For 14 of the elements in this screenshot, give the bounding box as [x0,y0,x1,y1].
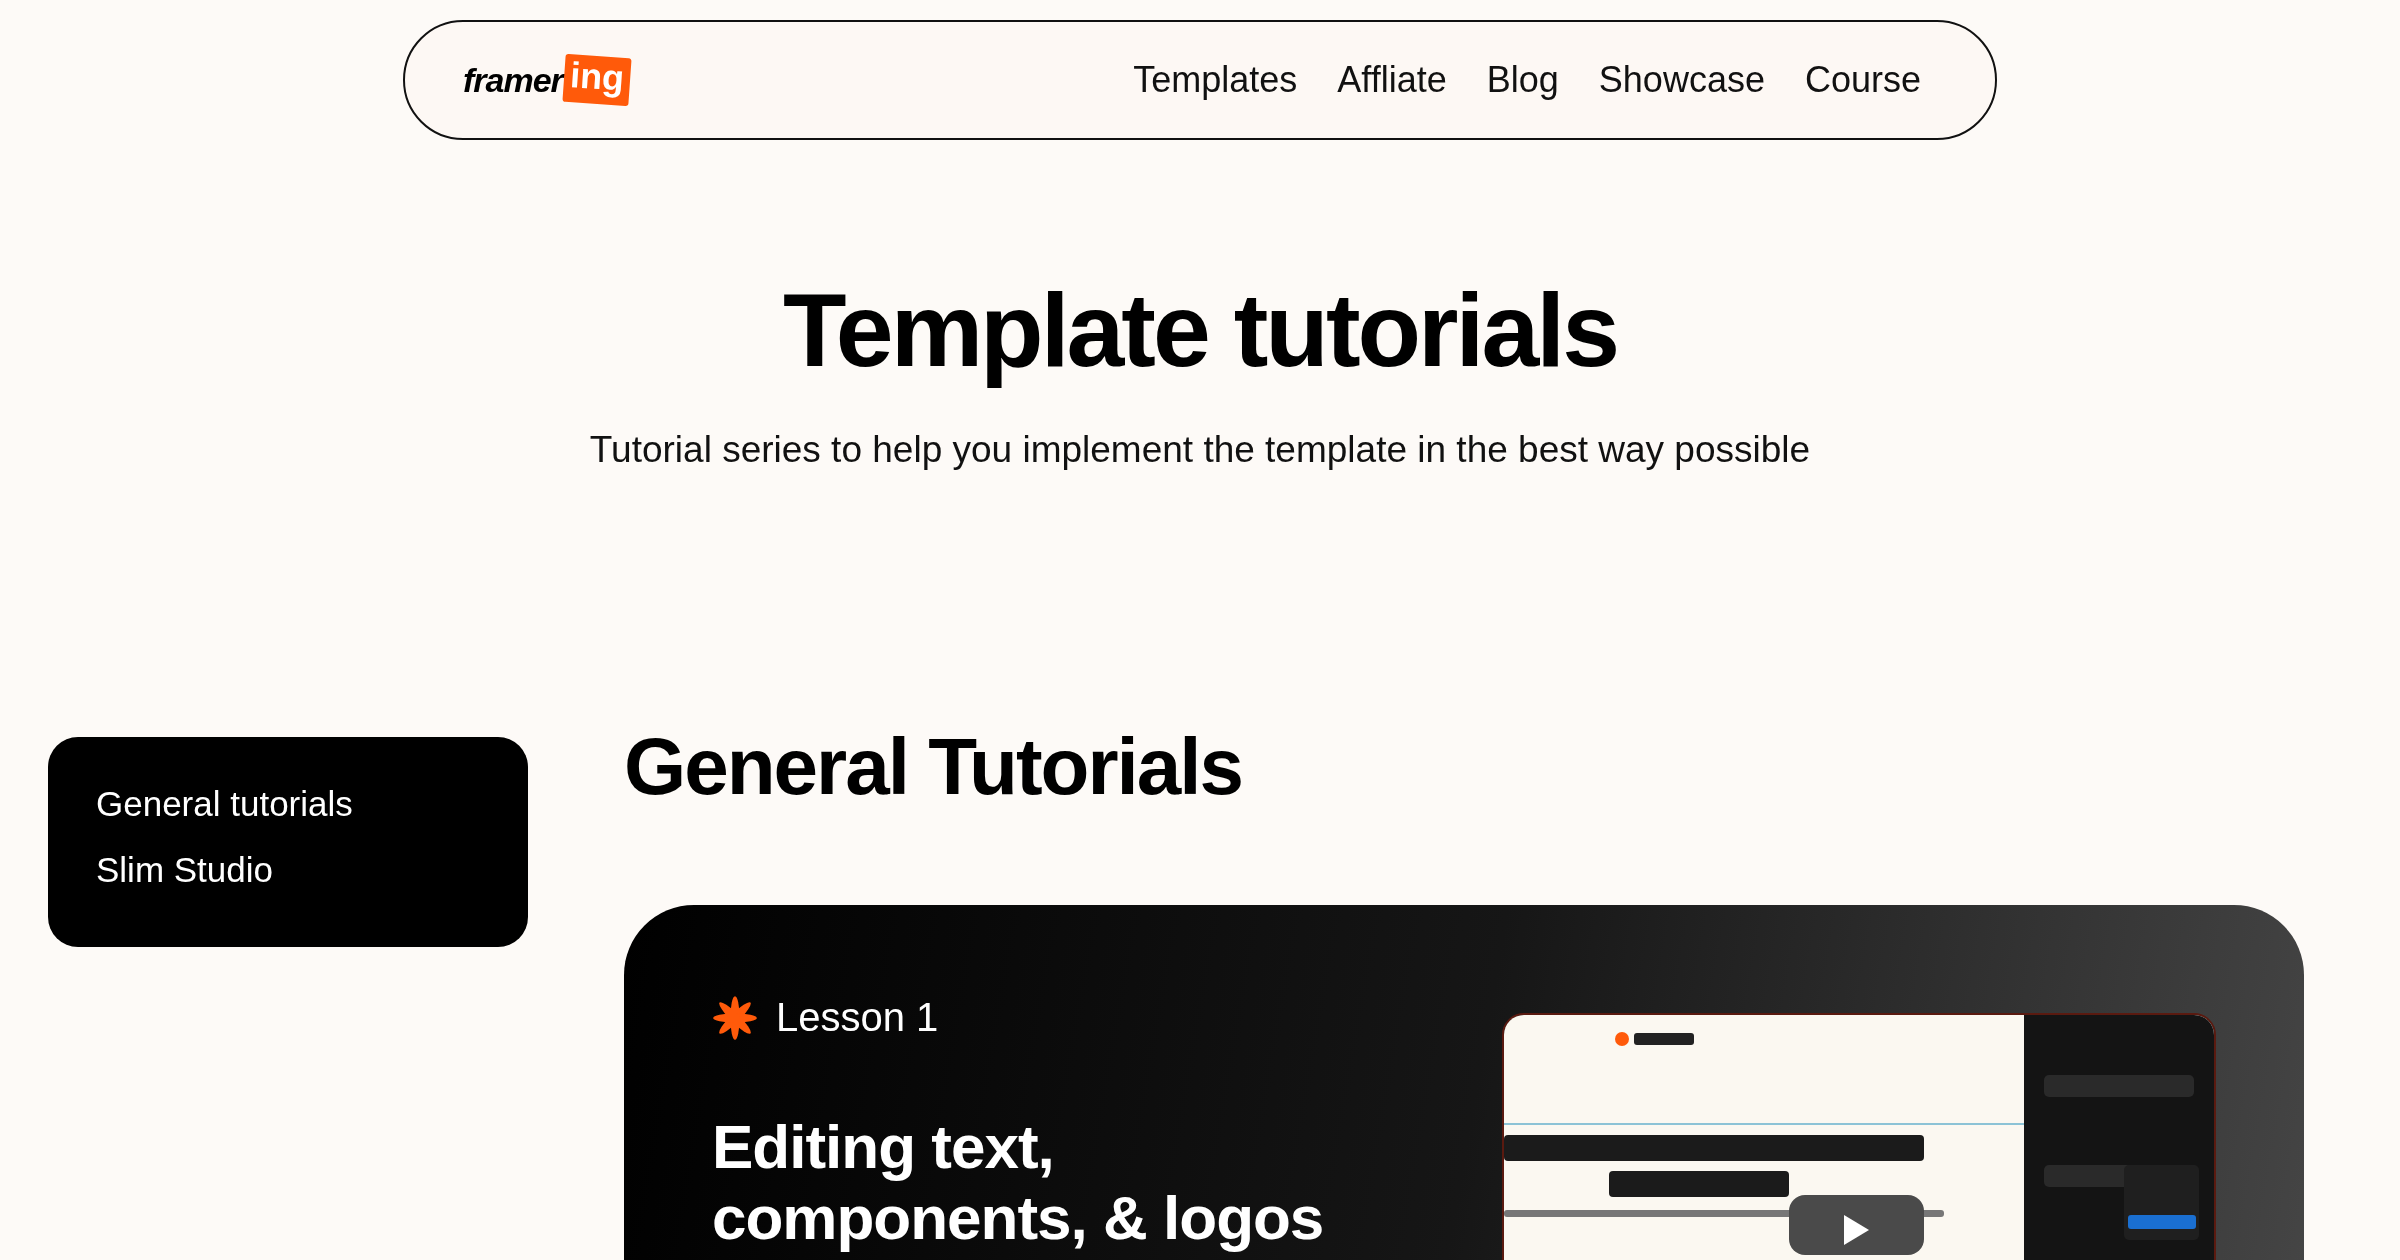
page-title: Template tutorials [782,271,1618,390]
lesson-label: Lesson 1 [776,995,939,1041]
sidebar-item[interactable]: Slim Studio [96,848,274,891]
sidebar-item[interactable]: General tutorials [96,782,353,825]
logo[interactable]: framer ing [463,56,630,104]
nav-link[interactable]: Course [1804,59,1921,101]
nav-link[interactable]: Affliate [1337,59,1447,101]
section-heading: General Tutorials [624,720,1244,813]
asterisk-icon [712,994,758,1041]
nav-link[interactable]: Blog [1486,59,1559,101]
lesson-title: Editing text, components, & logos [712,1110,1325,1254]
page-subtitle: Tutorial series to help you implement the template in the best way possible [588,428,1812,471]
nav-link[interactable]: Showcase [1598,59,1765,101]
nav-link[interactable]: Templates [1133,59,1298,101]
